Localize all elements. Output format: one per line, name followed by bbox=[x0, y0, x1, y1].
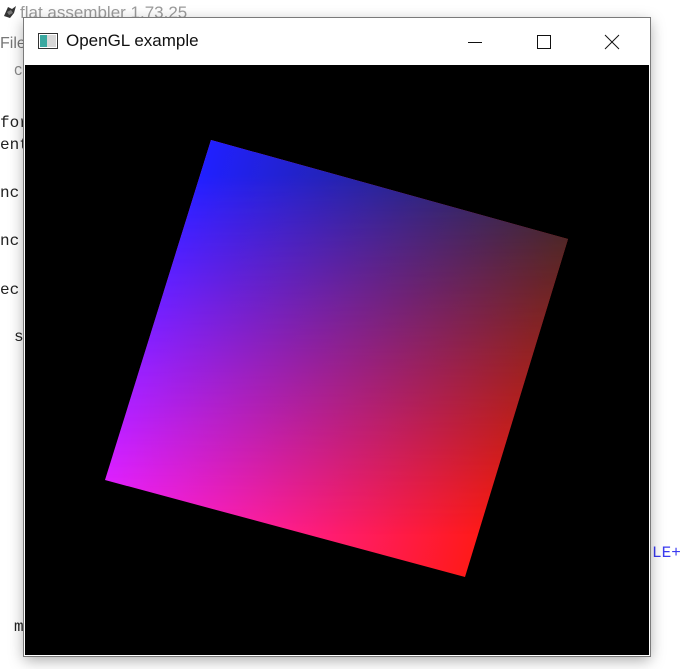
close-button[interactable] bbox=[589, 18, 635, 65]
close-icon bbox=[604, 34, 620, 49]
background-tab-label[interactable]: C bbox=[14, 64, 22, 80]
maximize-icon bbox=[537, 34, 551, 49]
code-line-fragment: ec bbox=[0, 281, 20, 299]
window-app-icon bbox=[38, 33, 58, 49]
minimize-icon bbox=[468, 41, 482, 43]
code-line-fragment: m bbox=[14, 618, 24, 636]
flat-assembler-app-icon bbox=[4, 6, 16, 18]
rotating-gradient-quad bbox=[105, 140, 568, 577]
opengl-render-canvas[interactable] bbox=[25, 65, 649, 655]
minimize-button[interactable] bbox=[452, 18, 498, 65]
maximize-button[interactable] bbox=[521, 18, 567, 65]
opengl-window-title: OpenGL example bbox=[66, 31, 199, 50]
code-line-fragment: s bbox=[14, 328, 24, 346]
opengl-window-titlebar[interactable]: OpenGL example bbox=[24, 18, 650, 65]
code-line-fragment: LE+ bbox=[652, 544, 681, 562]
code-line-fragment: nc bbox=[0, 232, 20, 250]
opengl-window[interactable]: OpenGL example bbox=[24, 18, 650, 656]
menu-file[interactable]: File bbox=[0, 35, 26, 53]
code-line-fragment: nc bbox=[0, 184, 20, 202]
